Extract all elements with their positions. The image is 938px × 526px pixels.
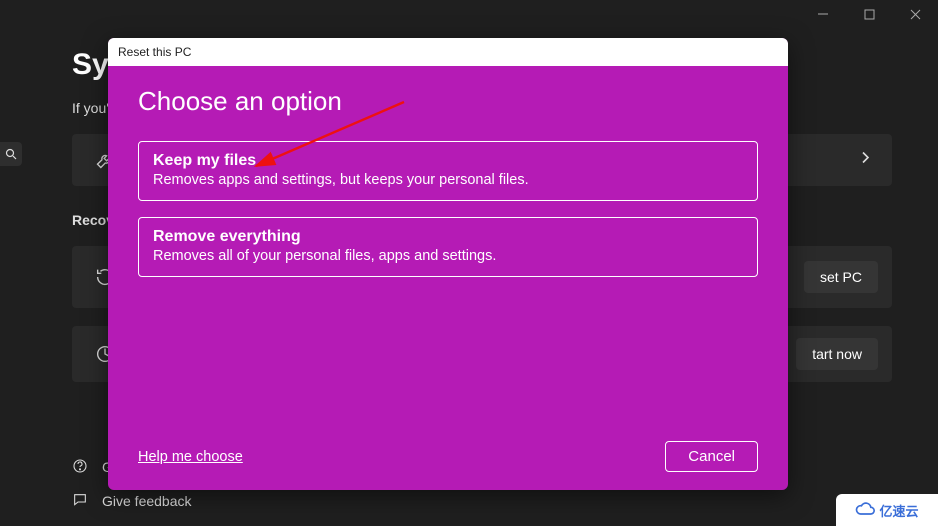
watermark: 亿速云 [836, 494, 938, 526]
help-me-choose-link[interactable]: Help me choose [138, 449, 243, 465]
left-search-pill[interactable] [0, 142, 22, 166]
reset-pc-dialog: Reset this PC Choose an option Keep my f… [108, 38, 788, 490]
option-title: Remove everything [153, 228, 743, 246]
cloud-icon [855, 502, 875, 519]
dialog-title: Reset this PC [118, 45, 191, 59]
minimize-button[interactable] [800, 0, 846, 28]
restart-now-button[interactable]: tart now [796, 338, 878, 370]
dialog-titlebar: Reset this PC [108, 38, 788, 66]
maximize-button[interactable] [846, 0, 892, 28]
close-button[interactable] [892, 0, 938, 28]
option-remove-everything[interactable]: Remove everything Removes all of your pe… [138, 217, 758, 277]
watermark-text: 亿速云 [879, 501, 918, 520]
option-keep-my-files[interactable]: Keep my files Removes apps and settings,… [138, 141, 758, 201]
help-icon [72, 458, 88, 477]
dialog-heading: Choose an option [138, 86, 758, 117]
cancel-button[interactable]: Cancel [665, 441, 758, 472]
window-controls [800, 0, 938, 28]
option-title: Keep my files [153, 152, 743, 170]
give-feedback-label: Give feedback [102, 493, 192, 509]
reset-pc-button[interactable]: set PC [804, 261, 878, 293]
chevron-right-icon [860, 151, 870, 170]
feedback-icon [72, 492, 88, 511]
option-desc: Removes apps and settings, but keeps you… [153, 172, 743, 188]
option-desc: Removes all of your personal files, apps… [153, 248, 743, 264]
